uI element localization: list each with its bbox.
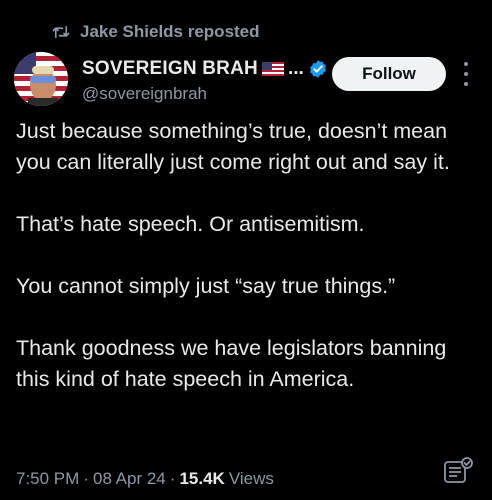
author-handle[interactable]: @sovereignbrah bbox=[82, 84, 207, 104]
us-flag-emoji bbox=[261, 62, 284, 76]
follow-button[interactable]: Follow bbox=[332, 57, 446, 91]
verified-badge-icon[interactable] bbox=[308, 59, 328, 79]
repost-icon bbox=[52, 24, 70, 40]
repost-header[interactable]: Jake Shields reposted bbox=[52, 22, 260, 42]
post-meta: 7:50 PM · 08 Apr 24 · 15.4K Views bbox=[16, 469, 274, 489]
post-time[interactable]: 7:50 PM bbox=[16, 469, 79, 489]
post-analytics-icon[interactable] bbox=[442, 456, 474, 486]
tweet-paragraph: You cannot simply just “say true things.… bbox=[16, 274, 396, 298]
post-header: SOVEREIGN BRAH ... @sovereignbrah Follow bbox=[14, 52, 484, 110]
views-label: Views bbox=[228, 469, 274, 488]
views-count: 15.4K bbox=[179, 469, 225, 488]
author-name-row[interactable]: SOVEREIGN BRAH ... bbox=[82, 58, 328, 80]
post-date[interactable]: 08 Apr 24 bbox=[93, 469, 166, 489]
separator: · bbox=[169, 469, 176, 488]
name-truncation: ... bbox=[287, 58, 304, 79]
more-options-icon[interactable] bbox=[460, 62, 472, 86]
avatar[interactable] bbox=[14, 52, 68, 106]
tweet-text: Just because something’s true, doesn’t m… bbox=[16, 116, 478, 395]
separator: · bbox=[83, 469, 89, 488]
repost-label[interactable]: Jake Shields reposted bbox=[80, 22, 260, 42]
display-name[interactable]: SOVEREIGN BRAH bbox=[82, 58, 258, 80]
tweet-paragraph: Just because something’s true, doesn’t m… bbox=[16, 119, 450, 174]
tweet-paragraph: Thank goodness we have legislators banni… bbox=[16, 336, 447, 391]
tweet-paragraph: That’s hate speech. Or antisemitism. bbox=[16, 212, 365, 236]
